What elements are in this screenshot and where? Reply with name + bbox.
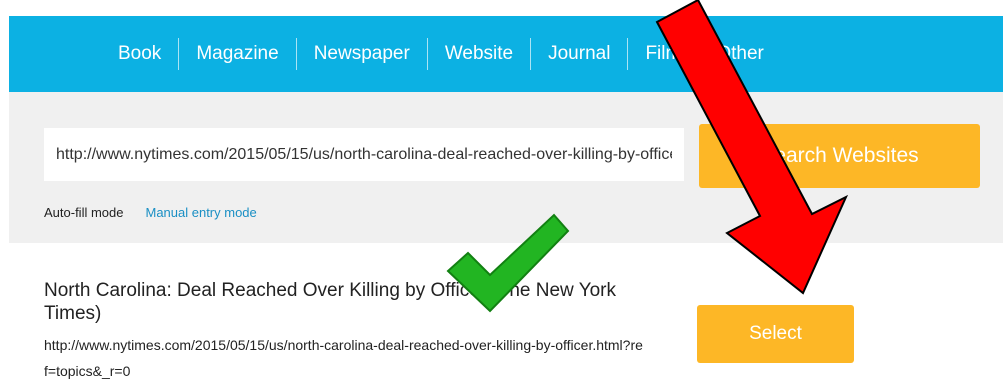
tab-other[interactable]: Other: [698, 38, 781, 70]
tab-film[interactable]: Film: [627, 38, 698, 70]
tab-newspaper[interactable]: Newspaper: [295, 38, 427, 70]
nav-tabs: Book Magazine Newspaper Website Journal …: [9, 16, 781, 92]
green-checkmark-icon: [446, 213, 570, 313]
url-search-input[interactable]: [44, 128, 684, 181]
select-button[interactable]: Select: [697, 305, 854, 363]
search-websites-button[interactable]: Search Websites: [699, 124, 980, 188]
tab-journal[interactable]: Journal: [530, 38, 627, 70]
tab-website[interactable]: Website: [426, 38, 530, 70]
tab-book[interactable]: Book: [101, 38, 178, 70]
result-url: http://www.nytimes.com/2015/05/15/us/nor…: [44, 337, 643, 379]
tab-magazine[interactable]: Magazine: [178, 38, 295, 70]
manual-entry-mode-link[interactable]: Manual entry mode: [145, 205, 256, 220]
auto-fill-mode-label: Auto-fill mode: [44, 205, 124, 220]
source-type-nav: Book Magazine Newspaper Website Journal …: [9, 16, 1003, 107]
citation-tool: Book Magazine Newspaper Website Journal …: [0, 0, 1003, 385]
header: Book Magazine Newspaper Website Journal …: [0, 0, 1003, 107]
mode-switch: Auto-fill mode Manual entry mode: [44, 205, 257, 220]
